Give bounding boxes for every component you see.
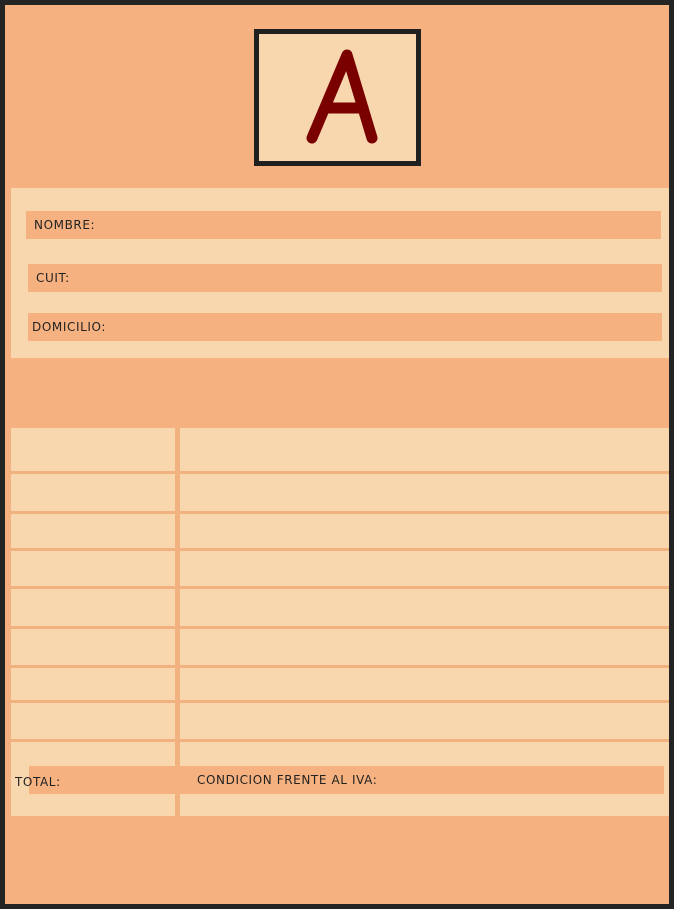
table-row-divider — [11, 511, 669, 514]
invoice-type-box: A — [254, 29, 421, 166]
client-info-section: NOMBRE: CUIT: DOMICILIO: — [11, 188, 669, 358]
table-row-divider — [11, 548, 669, 551]
table-row-divider — [11, 471, 669, 474]
total-label: TOTAL: — [15, 775, 61, 789]
invoice-form: A NOMBRE: CUIT: DOMICILIO: TOTAL: CONDIC… — [0, 0, 674, 909]
table-row-divider — [11, 586, 669, 589]
table-row-divider — [11, 739, 669, 742]
field-domicilio-label: DOMICILIO: — [32, 320, 106, 334]
field-cuit[interactable]: CUIT: — [28, 264, 662, 292]
table-column-divider — [175, 428, 180, 816]
table-row-divider — [11, 665, 669, 668]
field-nombre-label: NOMBRE: — [34, 218, 96, 232]
table-row-divider — [11, 626, 669, 629]
condicion-iva-label: CONDICION FRENTE AL IVA: — [197, 773, 378, 787]
table-row-divider — [11, 700, 669, 703]
invoice-letter-a — [306, 49, 378, 144]
field-domicilio[interactable]: DOMICILIO: — [28, 313, 662, 341]
field-nombre[interactable]: NOMBRE: — [26, 211, 661, 239]
items-table — [11, 428, 669, 816]
field-cuit-label: CUIT: — [36, 271, 70, 285]
